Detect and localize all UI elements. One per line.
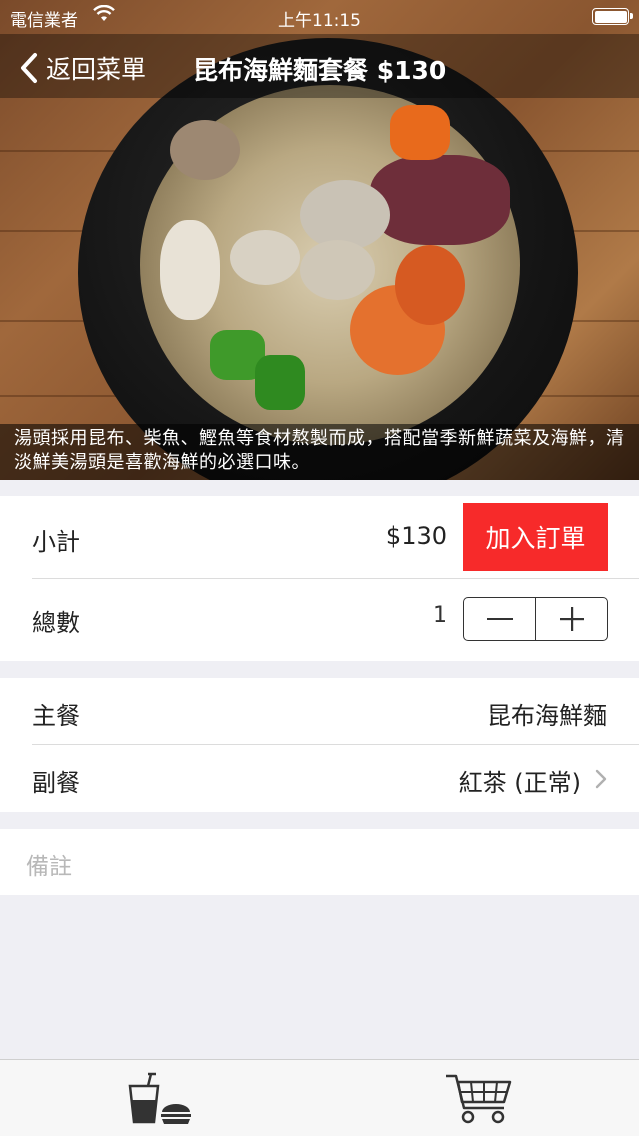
add-to-order-button[interactable]: 加入訂單	[463, 503, 608, 571]
navigation-bar: 返回菜單 昆布海鮮麵套餐 $130	[0, 34, 639, 98]
subtotal-row: 小計 $130 加入訂單	[0, 496, 639, 578]
battery-icon	[592, 8, 633, 25]
increment-button[interactable]	[535, 598, 607, 640]
quantity-value: 1	[433, 603, 447, 628]
back-button[interactable]: 返回菜單	[18, 50, 146, 86]
shopping-cart-icon	[446, 1074, 512, 1124]
chevron-right-icon	[595, 769, 607, 789]
quantity-row: 總數 1	[0, 579, 639, 661]
notes-field[interactable]: 備註	[0, 829, 639, 895]
page-title: 昆布海鮮麵套餐 $130	[193, 56, 447, 85]
main-course-label: 主餐	[32, 702, 80, 730]
subtotal-value: $130	[385, 522, 447, 550]
quantity-label: 總數	[32, 609, 80, 637]
side-dish-row[interactable]: 副餐 紅茶 (正常)	[0, 745, 639, 812]
back-label: 返回菜單	[46, 55, 147, 84]
order-section: 小計 $130 加入訂單 總數 1	[0, 496, 639, 661]
status-bar: 電信業者 上午11:15	[0, 0, 639, 34]
notes-placeholder: 備註	[26, 854, 72, 880]
tab-cart[interactable]	[444, 1072, 514, 1130]
plus-icon	[559, 607, 584, 631]
clock: 上午11:15	[278, 11, 361, 31]
quantity-stepper	[463, 597, 608, 641]
chevron-left-icon	[21, 53, 37, 83]
dish-photo: 電信業者 上午11:15 返回菜單 昆布海鮮麵套餐 $130 湯頭採用昆布、柴魚…	[0, 0, 639, 480]
side-dish-label: 副餐	[32, 769, 80, 797]
main-course-value: 昆布海鮮麵	[487, 702, 607, 730]
dish-description: 湯頭採用昆布、柴魚、鰹魚等食材熬製而成，搭配當季新鮮蔬菜及海鮮，清淡鮮美湯頭是喜…	[0, 424, 639, 480]
subtotal-label: 小計	[32, 528, 80, 556]
main-course-row: 主餐 昆布海鮮麵	[0, 678, 639, 744]
decrement-button[interactable]	[464, 598, 535, 640]
drink-burger-icon	[128, 1072, 191, 1124]
tab-menu[interactable]	[126, 1072, 194, 1130]
minus-icon	[486, 618, 513, 620]
tab-bar	[0, 1059, 639, 1136]
options-section: 主餐 昆布海鮮麵 副餐 紅茶 (正常)	[0, 678, 639, 812]
side-dish-value: 紅茶 (正常)	[458, 769, 581, 797]
